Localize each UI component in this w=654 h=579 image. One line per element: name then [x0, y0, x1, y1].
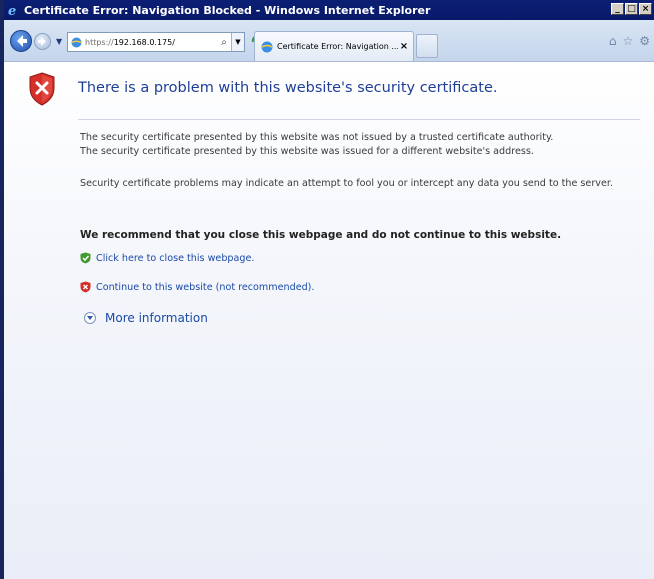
address-dropdown-button[interactable]: ▼: [231, 33, 244, 51]
error-shield-icon: [28, 72, 56, 106]
more-information-label: More information: [105, 311, 208, 325]
new-tab-button[interactable]: [416, 34, 438, 58]
page-content: There is a problem with this website's s…: [4, 62, 654, 579]
toolbar-icons: ⌂ ☆ ⚙: [609, 34, 650, 48]
address-host: 192.168.0.175/: [113, 37, 175, 47]
search-icon[interactable]: ⌕: [217, 37, 231, 48]
expand-chevron-icon: [84, 312, 96, 324]
ie-window: e Certificate Error: Navigation Blocked …: [0, 0, 654, 579]
favorites-star-icon[interactable]: ☆: [622, 34, 633, 48]
maximize-button[interactable]: □: [625, 3, 638, 15]
address-protocol: https://: [85, 37, 114, 47]
red-x-shield-icon: [80, 281, 91, 293]
close-window-button[interactable]: ×: [639, 3, 652, 15]
continue-website-link-label: Continue to this website (not recommende…: [96, 281, 315, 293]
cert-issue-address-text: The security certificate presented by th…: [80, 146, 534, 157]
cert-issue-untrusted-text: The security certificate presented by th…: [80, 132, 554, 143]
minimize-button[interactable]: _: [611, 3, 624, 15]
continue-website-link[interactable]: Continue to this website (not recommende…: [80, 281, 314, 293]
tab-title: Certificate Error: Navigation ...: [277, 42, 398, 51]
history-dropdown-icon[interactable]: ▼: [56, 37, 62, 46]
close-webpage-link[interactable]: Click here to close this webpage.: [80, 252, 254, 264]
navigation-bar: ▼ https://192.168.0.175/ ⌕ ▼ Certificate…: [4, 20, 654, 62]
close-webpage-link-label: Click here to close this webpage.: [96, 252, 255, 264]
tools-gear-icon[interactable]: ⚙: [639, 34, 650, 48]
page-favicon-icon: [71, 37, 82, 48]
back-button[interactable]: [10, 30, 32, 52]
more-information-toggle[interactable]: More information: [84, 311, 208, 325]
address-bar[interactable]: https://192.168.0.175/ ⌕ ▼: [67, 32, 245, 52]
cert-warning-text: Security certificate problems may indica…: [80, 178, 613, 189]
ie-logo-icon: e: [7, 3, 21, 19]
svg-text:e: e: [8, 4, 16, 17]
forward-arrow-icon: [38, 37, 46, 46]
tab-close-button[interactable]: ×: [398, 41, 410, 52]
page-title: There is a problem with this website's s…: [78, 80, 498, 96]
back-arrow-icon: [17, 35, 27, 47]
address-url[interactable]: https://192.168.0.175/: [85, 38, 217, 47]
window-controls: _ □ ×: [611, 3, 652, 15]
tab-favicon-icon: [261, 41, 273, 53]
green-check-shield-icon: [80, 252, 91, 264]
divider: [78, 119, 640, 120]
title-bar[interactable]: e Certificate Error: Navigation Blocked …: [4, 0, 654, 20]
tab-certificate-error[interactable]: Certificate Error: Navigation ... ×: [254, 31, 414, 61]
forward-button[interactable]: [34, 33, 51, 50]
recommendation-text: We recommend that you close this webpage…: [80, 229, 562, 241]
home-icon[interactable]: ⌂: [609, 34, 617, 48]
window-title: Certificate Error: Navigation Blocked - …: [24, 3, 431, 17]
